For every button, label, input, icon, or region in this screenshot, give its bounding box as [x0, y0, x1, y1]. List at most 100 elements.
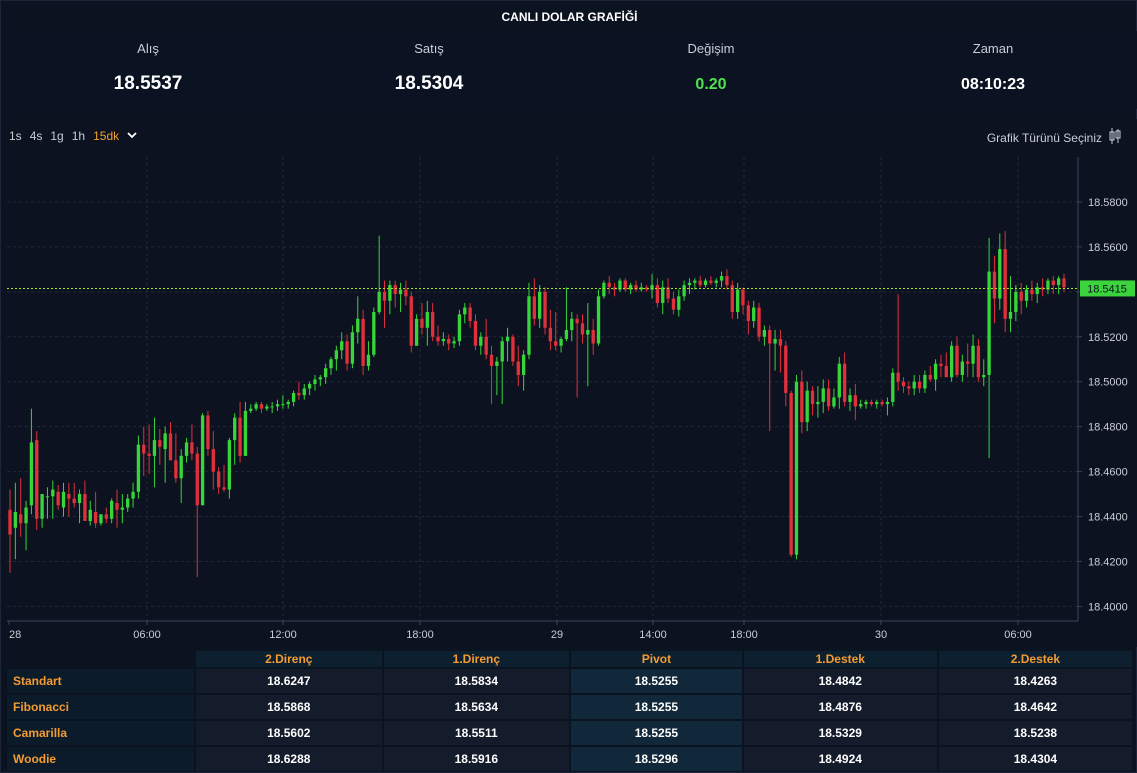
candle-body	[559, 339, 563, 346]
pivot-cell: 18.5329	[743, 721, 937, 745]
candle-body	[67, 494, 71, 499]
candle-body	[687, 282, 692, 286]
candle-body	[302, 388, 306, 396]
candle-body	[83, 494, 87, 522]
x-tick-label: 06:00	[1004, 629, 1032, 641]
pivot-cell: 18.5255	[571, 669, 742, 693]
candle-body	[703, 280, 708, 286]
candle-body	[259, 404, 264, 409]
candle-body	[13, 512, 18, 528]
candle-body	[971, 345, 975, 364]
x-tick-label: 18:00	[406, 629, 434, 641]
candle-body	[896, 372, 900, 382]
candle-body	[661, 287, 665, 304]
candle-body	[580, 323, 585, 335]
candlestick-chart[interactable]: 18.580018.560018.540018.520018.500018.48…	[1, 1, 1137, 647]
y-tick-label: 18.4200	[1088, 556, 1128, 568]
candle-body	[677, 296, 681, 310]
candle-body	[190, 442, 194, 454]
pivot-cell: 18.5868	[196, 695, 382, 719]
candle-body	[431, 312, 435, 337]
candle-body	[238, 417, 242, 456]
candle-body	[318, 377, 322, 380]
candle-body	[441, 339, 446, 342]
candle-body	[907, 386, 911, 389]
candle-body	[655, 285, 660, 304]
candle-body	[420, 318, 424, 328]
pivot-cell: 18.5916	[383, 747, 570, 771]
candle-body	[778, 339, 783, 346]
pivot-header-cell: Pivot	[571, 651, 742, 667]
candle-body	[265, 406, 269, 409]
x-tick-label: 30	[875, 629, 887, 641]
candle-body	[1003, 249, 1007, 319]
candle-body	[891, 372, 895, 402]
y-tick-label: 18.5600	[1088, 242, 1128, 254]
candle-body	[671, 298, 676, 310]
candle-body	[249, 408, 253, 411]
candle-body	[548, 327, 553, 342]
pivot-header-blank	[7, 651, 194, 667]
candle-body	[447, 339, 451, 344]
pivot-row-camarilla: Camarilla 18.5602 18.5511 18.5255 18.532…	[7, 721, 1132, 745]
candle-body	[939, 363, 943, 366]
candle-body	[762, 330, 767, 337]
candle-body	[928, 374, 932, 380]
candle-body	[382, 291, 387, 301]
candle-body	[372, 312, 376, 355]
pivot-header-cell: 2.Direnç	[196, 651, 382, 667]
candle-body	[366, 354, 371, 366]
candle-body	[853, 395, 857, 407]
y-tick-label: 18.4800	[1088, 422, 1128, 434]
candle-body	[837, 363, 841, 398]
candle-body	[714, 280, 718, 283]
pivot-cell: 18.4924	[743, 747, 937, 771]
candle-body	[468, 307, 472, 322]
candle-body	[554, 341, 558, 346]
x-tick-label: 14:00	[639, 629, 667, 641]
candle-body	[746, 305, 750, 322]
pivot-cell: 18.6247	[196, 669, 382, 693]
candle-body	[275, 404, 280, 407]
candle-body	[72, 498, 76, 504]
candle-body	[361, 318, 365, 366]
candle-body	[998, 249, 1002, 299]
candle-body	[168, 433, 173, 461]
candle-body	[345, 341, 349, 364]
candle-body	[473, 321, 478, 346]
candle-body	[479, 336, 483, 346]
candle-body	[281, 404, 285, 406]
candle-body	[880, 401, 884, 405]
candle-body	[484, 336, 488, 355]
candle-body	[832, 397, 836, 407]
candle-body	[270, 406, 274, 408]
candle-body	[976, 345, 981, 378]
candle-body	[752, 307, 756, 322]
candle-body	[51, 489, 55, 497]
candle-body	[8, 509, 12, 535]
candle-body	[949, 345, 954, 378]
pivot-header-cell: 1.Destek	[743, 651, 937, 667]
candle-body	[174, 460, 178, 479]
pivot-cell: 18.5634	[383, 695, 570, 719]
candle-body	[875, 401, 879, 405]
candle-body	[131, 491, 135, 499]
candle-body	[741, 289, 745, 306]
candle-body	[570, 318, 574, 331]
candle-body	[591, 330, 595, 344]
candle-body	[356, 318, 360, 333]
candle-body	[1056, 278, 1061, 286]
pivot-cell: 18.5255	[571, 721, 742, 745]
candle-body	[56, 491, 60, 506]
candle-body	[885, 401, 890, 405]
candle-body	[538, 291, 542, 319]
y-tick-label: 18.4400	[1088, 512, 1128, 524]
candle-body	[992, 271, 997, 299]
candle-body	[516, 361, 520, 375]
pivot-row-name: Woodie	[7, 747, 194, 771]
x-tick-label: 18:00	[730, 629, 758, 641]
candle-body	[527, 296, 531, 355]
candle-body	[324, 368, 328, 378]
pivot-cell: 18.5255	[571, 695, 742, 719]
candle-body	[457, 314, 462, 342]
